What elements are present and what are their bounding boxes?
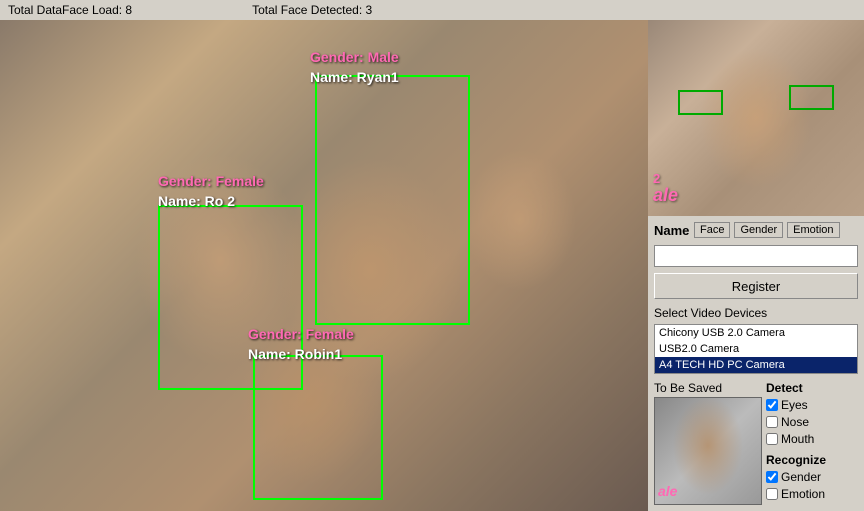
- detect-nose-checkbox[interactable]: [766, 416, 778, 428]
- preview-eye-right-box: [789, 85, 834, 110]
- recognize-gender-checkbox[interactable]: [766, 471, 778, 483]
- face-label-ryan: Gender: Male Name: Ryan1: [310, 48, 399, 87]
- saved-overlay-text: ale: [658, 483, 677, 499]
- to-be-saved-label: To Be Saved: [654, 381, 762, 395]
- face-label-ro2: Gender: Female Name: Ro 2: [158, 172, 264, 211]
- right-panel: ale 2 Name Face Gender Emotion Register …: [648, 20, 864, 511]
- detect-section: Detect Eyes Nose Mouth Recognize: [766, 381, 826, 505]
- video-panel: Gender: Male Name: Ryan1 Gender: Female …: [0, 20, 648, 511]
- detect-eyes-checkbox[interactable]: [766, 399, 778, 411]
- main-area: Gender: Male Name: Ryan1 Gender: Female …: [0, 20, 864, 511]
- detect-mouth-label: Mouth: [781, 432, 814, 446]
- face-label-robin: Gender: Female Name: Robin1: [248, 325, 354, 364]
- detect-nose-row[interactable]: Nose: [766, 415, 826, 429]
- detect-mouth-row[interactable]: Mouth: [766, 432, 826, 446]
- recognize-emotion-label: Emotion: [781, 487, 825, 501]
- detect-eyes-row[interactable]: Eyes: [766, 398, 826, 412]
- controls-area: Name Face Gender Emotion Register Select…: [648, 216, 864, 511]
- recognize-emotion-row[interactable]: Emotion: [766, 487, 826, 501]
- face-preview-image: ale 2: [648, 20, 864, 216]
- video-option-1[interactable]: USB2.0 Camera: [655, 341, 857, 357]
- video-option-2[interactable]: A4 TECH HD PC Camera: [655, 357, 857, 373]
- saved-preview: ale: [654, 397, 762, 505]
- preview-eye-left-box: [678, 90, 723, 115]
- recognize-emotion-checkbox[interactable]: [766, 488, 778, 500]
- detect-label: Detect: [766, 381, 826, 395]
- tab-face[interactable]: Face: [694, 222, 730, 238]
- register-button[interactable]: Register: [654, 273, 858, 299]
- name-label: Name: [654, 223, 690, 238]
- recognize-label: Recognize: [766, 453, 826, 467]
- tab-emotion[interactable]: Emotion: [787, 222, 839, 238]
- dataface-load-text: Total DataFace Load: 8: [8, 3, 132, 17]
- video-devices-label: Select Video Devices: [654, 306, 858, 320]
- face-detected-text: Total Face Detected: 3: [252, 3, 372, 17]
- to-be-saved-section: To Be Saved ale: [654, 381, 762, 505]
- video-device-list: Chicony USB 2.0 Camera USB2.0 Camera A4 …: [654, 324, 858, 374]
- detect-mouth-checkbox[interactable]: [766, 433, 778, 445]
- top-bar: Total DataFace Load: 8 Total Face Detect…: [0, 0, 864, 20]
- name-row: Name Face Gender Emotion: [654, 222, 858, 238]
- recognize-gender-row[interactable]: Gender: [766, 470, 826, 484]
- detect-eyes-label: Eyes: [781, 398, 808, 412]
- video-background: [0, 20, 648, 511]
- video-option-0[interactable]: Chicony USB 2.0 Camera: [655, 325, 857, 341]
- preview-overlay-text: ale: [653, 185, 678, 206]
- preview-overlay-text2: 2: [653, 171, 660, 186]
- recognize-gender-label: Gender: [781, 470, 821, 484]
- bottom-section: To Be Saved ale Detect Eyes Nose: [654, 381, 858, 505]
- face-preview: ale 2: [648, 20, 864, 216]
- name-input[interactable]: [654, 245, 858, 267]
- detect-nose-label: Nose: [781, 415, 809, 429]
- tab-gender[interactable]: Gender: [734, 222, 783, 238]
